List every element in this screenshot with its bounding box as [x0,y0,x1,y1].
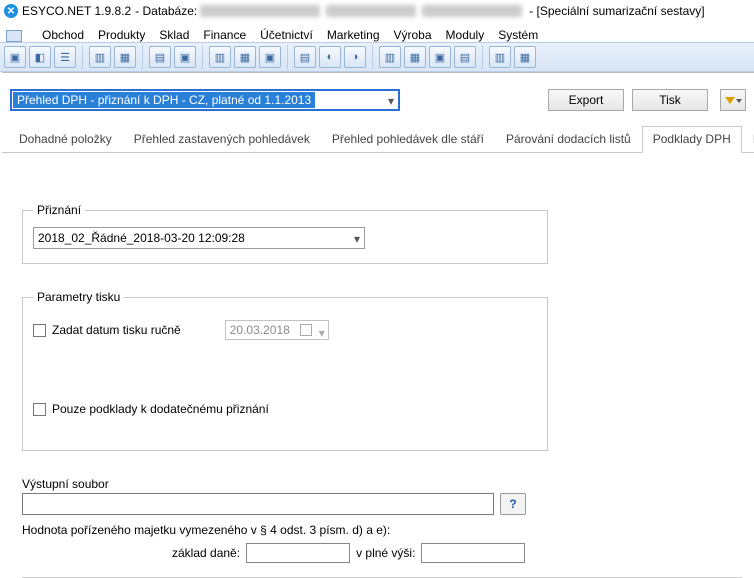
full-label: v plné výši: [356,546,415,560]
output-file-input[interactable] [22,493,494,515]
toolbar-icon[interactable]: ▦ [234,46,256,68]
toolbar-separator [482,45,483,69]
tab-pohledavky[interactable]: Přehled pohledávek dle stáří [321,126,495,153]
funnel-icon [725,97,735,104]
asset-label: Hodnota pořízeného majetku vymezeného v … [22,523,734,537]
priznani-value: 2018_02_Řádné_2018-03-20 12:09:28 [38,231,245,245]
menu-marketing[interactable]: Marketing [327,28,380,42]
toolbar-icon[interactable]: ◧ [29,46,51,68]
blurred-text [326,5,416,17]
tab-zastavene[interactable]: Přehled zastavených pohledávek [123,126,321,153]
manual-date-row: Zadat datum tisku ručně 20.03.2018 ▾ [33,320,537,340]
panel: Přiznání 2018_02_Řádné_2018-03-20 12:09:… [2,153,754,578]
export-button[interactable]: Export [548,89,624,111]
content-area: Přehled DPH - přiznání k DPH - CZ, platn… [2,72,754,572]
menu-bar: Obchod Produkty Sklad Finance Účetnictví… [0,22,754,42]
fieldset-priznani: Přiznání 2018_02_Řádné_2018-03-20 12:09:… [22,203,548,264]
tab-parovani[interactable]: Párování dodacích listů [495,126,642,153]
report-dropdown[interactable]: Přehled DPH - přiznání k DPH - CZ, platn… [10,89,400,111]
report-selected: Přehled DPH - přiznání k DPH - CZ, platn… [13,92,315,108]
toolbar-icon[interactable]: ▤ [294,46,316,68]
title-bar: ✕ ESYCO.NET 1.9.8.2 - Databáze: - [Speci… [0,0,754,22]
report-row: Přehled DPH - přiznání k DPH - CZ, platn… [2,87,754,111]
amount-row: základ daně: v plné výši: [22,543,734,563]
output-label: Výstupní soubor [22,477,734,491]
toolbar-separator [372,45,373,69]
toolbar-separator [82,45,83,69]
toolbar-icon[interactable]: ◑ [344,46,366,68]
toolbar-icon[interactable]: ☰ [54,46,76,68]
toolbar-icon[interactable]: ◐ [319,46,341,68]
calendar-icon [300,324,312,336]
menu-produkty[interactable]: Produkty [98,28,145,42]
tab-strip: Dohadné položky Přehled zastavených pohl… [2,125,754,153]
menu-sklad[interactable]: Sklad [159,28,189,42]
full-input[interactable] [421,543,525,563]
toolbar-icon[interactable]: ▣ [4,46,26,68]
window-icon [6,30,22,42]
menu-ucetnictvi[interactable]: Účetnictví [260,28,313,42]
only-extra-label: Pouze podklady k dodatečnému přiznání [52,402,269,416]
fieldset-parametry: Parametry tisku Zadat datum tisku ručně … [22,290,548,451]
legend-parametry: Parametry tisku [33,290,124,304]
chevron-down-icon: ▾ [388,94,394,108]
toolbar-separator [202,45,203,69]
tab-dohadne[interactable]: Dohadné položky [8,126,123,153]
menu-vyroba[interactable]: Výroba [394,28,432,42]
priznani-dropdown[interactable]: 2018_02_Řádné_2018-03-20 12:09:28 ▾ [33,227,365,249]
manual-date-label: Zadat datum tisku ručně [52,323,181,337]
toolbar-icon[interactable]: ▤ [149,46,171,68]
toolbar-icon[interactable]: ▥ [489,46,511,68]
only-extra-checkbox[interactable] [33,403,46,416]
base-input[interactable] [246,543,350,563]
menu-finance[interactable]: Finance [203,28,246,42]
menu-system[interactable]: Systém [498,28,538,42]
tab-inventura[interactable]: Inventurní seznam [742,126,754,153]
menu-obchod[interactable]: Obchod [42,28,84,42]
app-icon: ✕ [4,4,18,18]
manual-date-picker[interactable]: 20.03.2018 ▾ [225,320,329,340]
manual-date-value: 20.03.2018 [230,323,290,337]
toolbar-icon[interactable]: ▦ [404,46,426,68]
tab-podklady-dph[interactable]: Podklady DPH [642,126,742,153]
toolbar-icon[interactable]: ▥ [209,46,231,68]
app-title: ESYCO.NET 1.9.8.2 [22,4,131,18]
filter-button[interactable] [720,89,746,111]
toolbar: ▣ ◧ ☰ ▥ ▦ ▤ ▣ ▥ ▦ ▣ ▤ ◐ ◑ ▥ ▦ ▣ ▤ ▥ ▦ [0,42,754,72]
output-row: ? [22,493,734,515]
output-help-button[interactable]: ? [500,493,526,515]
toolbar-separator [287,45,288,69]
toolbar-icon[interactable]: ▥ [89,46,111,68]
blurred-text [422,5,522,17]
base-label: základ daně: [172,546,240,560]
toolbar-icon[interactable]: ▥ [379,46,401,68]
chevron-down-icon: ▾ [319,326,325,340]
blurred-text [200,5,320,17]
chevron-down-icon: ▾ [354,232,360,246]
toolbar-separator [142,45,143,69]
manual-date-checkbox[interactable] [33,324,46,337]
toolbar-icon[interactable]: ▣ [259,46,281,68]
menu-moduly[interactable]: Moduly [446,28,485,42]
toolbar-icon[interactable]: ▦ [514,46,536,68]
toolbar-icon[interactable]: ▤ [454,46,476,68]
db-prefix: - Databáze: [135,4,197,18]
print-button[interactable]: Tisk [632,89,708,111]
toolbar-icon[interactable]: ▣ [174,46,196,68]
toolbar-icon[interactable]: ▦ [114,46,136,68]
toolbar-icon[interactable]: ▣ [429,46,451,68]
legend-priznani: Přiznání [33,203,85,217]
title-suffix: - [Speciální sumarizační sestavy] [529,4,704,18]
only-extra-row: Pouze podklady k dodatečnému přiznání [33,402,537,416]
